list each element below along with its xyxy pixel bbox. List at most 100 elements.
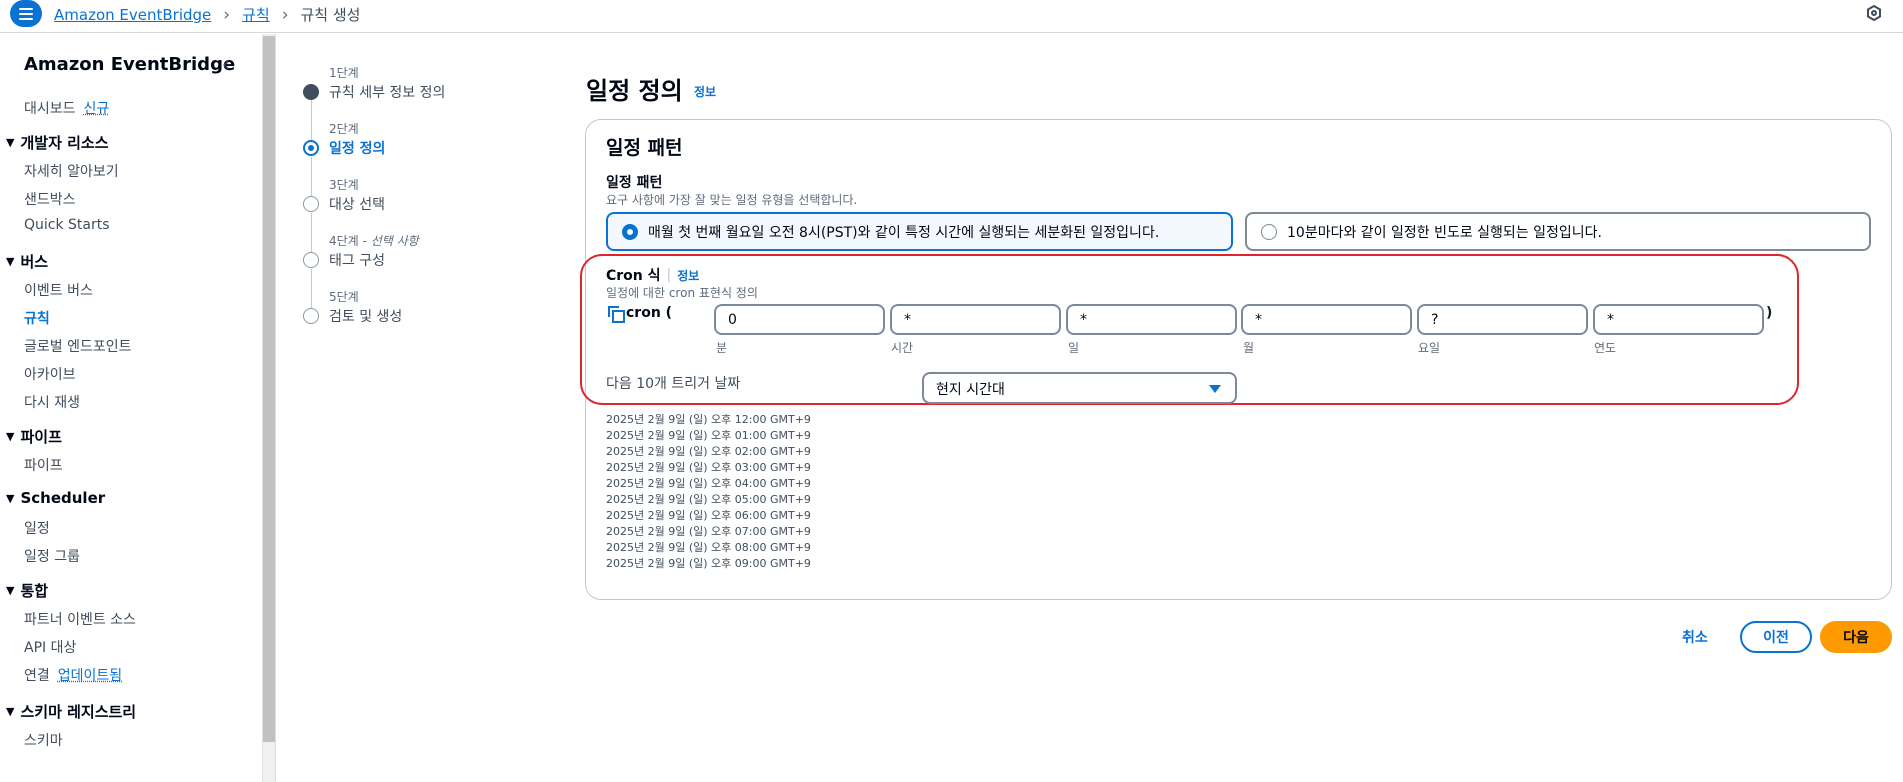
sidebar-scrollbar-thumb[interactable] bbox=[263, 36, 275, 742]
cron-minutes-input[interactable] bbox=[714, 304, 885, 335]
trigger-date: 2025년 2월 9일 (일) 오후 01:00 GMT+9 bbox=[606, 429, 811, 442]
step-1-number: 1단계 bbox=[329, 66, 359, 80]
trigger-date: 2025년 2월 9일 (일) 오후 04:00 GMT+9 bbox=[606, 477, 811, 490]
breadcrumb-rules[interactable]: 규칙 bbox=[242, 4, 270, 25]
sidebar-item-schemas[interactable]: 스키마 bbox=[24, 730, 63, 750]
sidebar-item-partner-event-sources[interactable]: 파트너 이벤트 소스 bbox=[24, 609, 136, 629]
trigger-date: 2025년 2월 9일 (일) 오후 05:00 GMT+9 bbox=[606, 493, 811, 506]
section-title: 스키마 레지스트리 bbox=[20, 703, 137, 721]
cron-info-link[interactable]: 정보 bbox=[677, 267, 699, 284]
sidebar-item-schedule-groups[interactable]: 일정 그룹 bbox=[24, 546, 80, 566]
section-title: 통합 bbox=[20, 582, 49, 600]
step-4-label: 태그 구성 bbox=[329, 253, 385, 269]
cron-hours-caption: 시간 bbox=[891, 341, 914, 355]
step-connector bbox=[311, 213, 312, 253]
step-current-icon bbox=[303, 140, 319, 156]
rate-based-schedule-option[interactable]: 10분마다와 같이 일정한 빈도로 실행되는 일정입니다. bbox=[1245, 212, 1871, 251]
cron-minutes-caption: 분 bbox=[716, 341, 728, 355]
cron-year-caption: 연도 bbox=[1594, 341, 1617, 355]
sidebar-item-learn-more[interactable]: 자세히 알아보기 bbox=[24, 161, 119, 181]
section-title: 버스 bbox=[20, 253, 49, 271]
caret-down-icon: ▼ bbox=[6, 430, 15, 443]
step-pending-icon bbox=[303, 196, 319, 212]
trigger-date: 2025년 2월 9일 (일) 오후 03:00 GMT+9 bbox=[606, 461, 811, 474]
sidebar-item-schedules[interactable]: 일정 bbox=[24, 518, 50, 538]
chevron-right-icon: › bbox=[281, 4, 289, 25]
container-title: 일정 패턴 bbox=[606, 137, 683, 159]
step-3-label: 대상 선택 bbox=[329, 197, 385, 213]
trigger-date: 2025년 2월 9일 (일) 오후 08:00 GMT+9 bbox=[606, 541, 811, 554]
option-label: 10분마다와 같이 일정한 빈도로 실행되는 일정입니다. bbox=[1287, 224, 1602, 241]
step-4-number: 4단계 - 선택 사항 bbox=[329, 234, 419, 248]
section-title: Scheduler bbox=[20, 489, 106, 507]
radio-unselected-icon[interactable] bbox=[1261, 223, 1277, 240]
section-buses[interactable]: ▼ 버스 bbox=[6, 251, 48, 272]
step-connector bbox=[311, 157, 312, 197]
option-label: 매월 첫 번째 월요일 오전 8시(PST)와 같이 특정 시간에 실행되는 세… bbox=[648, 224, 1160, 241]
step-2-number: 2단계 bbox=[329, 122, 359, 136]
breadcrumb: Amazon EventBridge › 규칙 › 규칙 생성 bbox=[54, 4, 360, 25]
cron-suffix: ) bbox=[1766, 305, 1773, 321]
sidebar-item-replays[interactable]: 다시 재생 bbox=[24, 392, 80, 412]
section-scheduler[interactable]: ▼ Scheduler bbox=[6, 489, 105, 507]
sidebar-item-dashboard[interactable]: 대시보드 신규 bbox=[24, 98, 109, 118]
breadcrumb-eventbridge[interactable]: Amazon EventBridge bbox=[54, 6, 211, 24]
caret-down-icon: ▼ bbox=[6, 136, 15, 149]
sidebar-item-label: 연결 bbox=[24, 668, 50, 684]
sidebar-item-archives[interactable]: 아카이브 bbox=[24, 364, 76, 384]
next-trigger-dates-label: 다음 10개 트리거 날짜 bbox=[606, 376, 741, 392]
cron-day-of-month-input[interactable] bbox=[1066, 304, 1237, 335]
trigger-date: 2025년 2월 9일 (일) 오후 09:00 GMT+9 bbox=[606, 557, 811, 570]
hexagon-gear-icon[interactable] bbox=[1867, 5, 1881, 21]
trigger-date: 2025년 2월 9일 (일) 오후 07:00 GMT+9 bbox=[606, 525, 811, 538]
timezone-value: 현지 시간대 bbox=[936, 382, 1005, 398]
new-badge: 신규 bbox=[83, 101, 110, 117]
step-connector bbox=[311, 100, 312, 140]
cron-year-input[interactable] bbox=[1593, 304, 1764, 335]
page-title: 일정 정의 bbox=[586, 77, 683, 105]
cron-day-caption: 일 bbox=[1068, 341, 1080, 355]
step-1-label[interactable]: 규칙 세부 정보 정의 bbox=[329, 82, 445, 102]
radio-selected-icon[interactable] bbox=[622, 223, 638, 240]
sidebar-item-event-buses[interactable]: 이벤트 버스 bbox=[24, 280, 93, 300]
step-pending-icon bbox=[303, 252, 319, 268]
sidebar-item-quick-starts[interactable]: Quick Starts bbox=[24, 217, 110, 233]
section-pipes[interactable]: ▼ 파이프 bbox=[6, 426, 62, 447]
chevron-left-icon[interactable]: ‹ bbox=[222, 52, 230, 76]
sidebar-item-api-destinations[interactable]: API 대상 bbox=[24, 637, 76, 657]
sidebar-item-global-endpoints[interactable]: 글로벌 엔드포인트 bbox=[24, 336, 132, 356]
cron-month-input[interactable] bbox=[1241, 304, 1412, 335]
sidebar-item-connections[interactable]: 연결 업데이트됨 bbox=[24, 665, 122, 685]
caret-down-icon bbox=[1209, 385, 1221, 393]
section-schema-registry[interactable]: ▼ 스키마 레지스트리 bbox=[6, 701, 136, 722]
copy-icon[interactable] bbox=[608, 306, 625, 323]
hamburger-menu-icon[interactable] bbox=[10, 0, 42, 27]
cron-expression-description: 일정에 대한 cron 표현식 정의 bbox=[606, 286, 758, 300]
chevron-right-icon: › bbox=[223, 4, 231, 25]
sidebar-item-pipes[interactable]: 파이프 bbox=[24, 455, 63, 475]
section-integration[interactable]: ▼ 통합 bbox=[6, 580, 48, 601]
cron-day-of-week-input[interactable] bbox=[1417, 304, 1588, 335]
trigger-date: 2025년 2월 9일 (일) 오후 06:00 GMT+9 bbox=[606, 509, 811, 522]
section-developer-resources[interactable]: ▼ 개발자 리소스 bbox=[6, 132, 109, 153]
step-3-number: 3단계 bbox=[329, 178, 359, 192]
top-navigation-bar: Amazon EventBridge › 규칙 › 규칙 생성 bbox=[0, 0, 1903, 33]
sidebar-item-label: 대시보드 bbox=[24, 101, 76, 117]
side-navigation: Amazon EventBridge ‹ 대시보드 신규 ▼ 개발자 리소스 자세히… bbox=[0, 34, 262, 782]
trigger-date: 2025년 2월 9일 (일) 오후 02:00 GMT+9 bbox=[606, 445, 811, 458]
next-button[interactable]: 다음 bbox=[1820, 621, 1892, 653]
step-5-number: 5단계 bbox=[329, 290, 359, 304]
cron-expression-label: Cron 식 | 정보 bbox=[606, 267, 700, 284]
step-pending-icon bbox=[303, 308, 319, 324]
cancel-button[interactable]: 취소 bbox=[1682, 627, 1708, 647]
fine-grained-schedule-option[interactable]: 매월 첫 번째 월요일 오전 8시(PST)와 같이 특정 시간에 실행되는 세… bbox=[606, 212, 1233, 251]
sidebar-item-rules[interactable]: 규칙 bbox=[24, 308, 50, 328]
updated-badge: 업데이트됨 bbox=[57, 668, 123, 684]
sidebar-title[interactable]: Amazon EventBridge bbox=[24, 54, 235, 75]
cron-hours-input[interactable] bbox=[890, 304, 1061, 335]
cron-prefix: cron ( bbox=[608, 305, 672, 323]
previous-button[interactable]: 이전 bbox=[1740, 621, 1812, 653]
timezone-select[interactable]: 현지 시간대 bbox=[922, 372, 1237, 404]
info-link[interactable]: 정보 bbox=[694, 83, 716, 100]
sidebar-item-sandbox[interactable]: 샌드박스 bbox=[24, 189, 76, 209]
